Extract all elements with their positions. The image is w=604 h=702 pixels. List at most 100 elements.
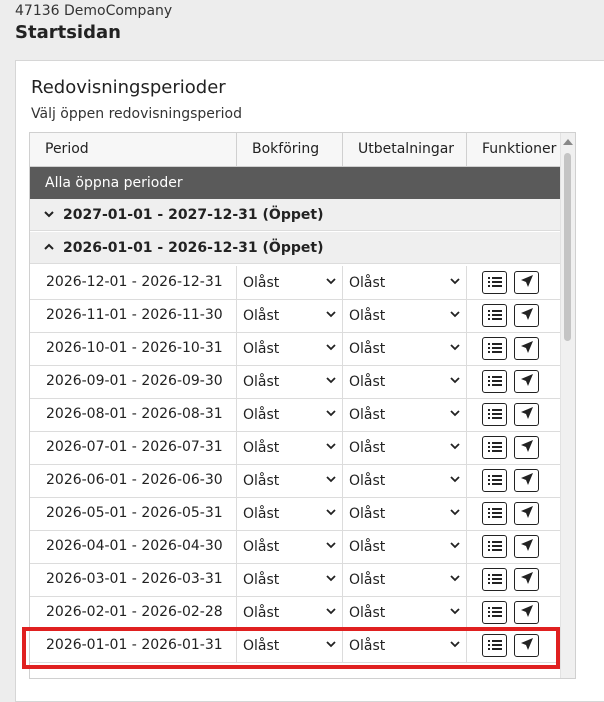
bokforing-value: Olåst — [243, 340, 280, 357]
send-icon — [520, 339, 534, 358]
bokforing-select[interactable]: Olåst — [237, 398, 343, 431]
send-button[interactable] — [514, 634, 539, 657]
period-cell: 2026-07-01 - 2026-07-31 — [30, 431, 237, 464]
list-button[interactable] — [482, 271, 507, 294]
functions-cell — [467, 266, 573, 299]
send-button[interactable] — [514, 601, 539, 624]
bokforing-select[interactable]: Olåst — [237, 464, 343, 497]
send-button[interactable] — [514, 370, 539, 393]
bokforing-value: Olåst — [243, 307, 280, 324]
group-row-2027[interactable]: 2027-01-01 - 2027-12-31 (Öppet) — [30, 199, 575, 231]
list-button[interactable] — [482, 568, 507, 591]
chevron-down-icon — [450, 475, 460, 486]
chevron-down-icon — [326, 277, 336, 288]
send-button[interactable] — [514, 436, 539, 459]
bokforing-select[interactable]: Olåst — [237, 332, 343, 365]
list-button[interactable] — [482, 535, 507, 558]
column-header-utbetalningar[interactable]: Utbetalningar — [343, 133, 467, 166]
list-icon — [487, 504, 502, 523]
utbetalningar-select[interactable]: Olåst — [343, 332, 467, 365]
send-icon — [520, 636, 534, 655]
bokforing-select[interactable]: Olåst — [237, 266, 343, 299]
send-button[interactable] — [514, 502, 539, 525]
functions-cell — [467, 629, 573, 662]
functions-cell — [467, 497, 573, 530]
list-button[interactable] — [482, 436, 507, 459]
list-icon — [487, 570, 502, 589]
send-button[interactable] — [514, 304, 539, 327]
bokforing-select[interactable]: Olåst — [237, 530, 343, 563]
bokforing-value: Olåst — [243, 571, 280, 588]
chevron-down-icon — [450, 508, 460, 519]
utbetalningar-select[interactable]: Olåst — [343, 266, 467, 299]
utbetalningar-select[interactable]: Olåst — [343, 563, 467, 596]
chevron-down-icon — [450, 409, 460, 420]
list-button[interactable] — [482, 601, 507, 624]
chevron-down-icon — [326, 607, 336, 618]
column-header-period[interactable]: Period — [30, 133, 237, 166]
bokforing-select[interactable]: Olåst — [237, 497, 343, 530]
list-button[interactable] — [482, 370, 507, 393]
list-button[interactable] — [482, 502, 507, 525]
column-header-funktioner: Funktioner — [482, 141, 557, 157]
utbetalningar-value: Olåst — [349, 439, 386, 456]
utbetalningar-select[interactable]: Olåst — [343, 629, 467, 662]
scroll-up-arrow[interactable] — [563, 139, 573, 145]
bokforing-select[interactable]: Olåst — [237, 563, 343, 596]
chevron-down-icon — [450, 541, 460, 552]
all-open-periods-row[interactable]: Alla öppna perioder — [30, 167, 575, 199]
table-row: 2026-09-01 - 2026-09-30 Olåst Olåst — [30, 365, 575, 399]
utbetalningar-value: Olåst — [349, 472, 386, 489]
table-row: 2026-01-01 - 2026-01-31 Olåst Olåst — [30, 629, 575, 663]
list-button[interactable] — [482, 337, 507, 360]
utbetalningar-value: Olåst — [349, 604, 386, 621]
list-button[interactable] — [482, 304, 507, 327]
utbetalningar-select[interactable]: Olåst — [343, 365, 467, 398]
utbetalningar-value: Olåst — [349, 538, 386, 555]
send-icon — [520, 471, 534, 490]
bokforing-select[interactable]: Olåst — [237, 431, 343, 464]
table-row: 2026-06-01 - 2026-06-30 Olåst Olåst — [30, 464, 575, 498]
scroll-thumb[interactable] — [564, 153, 571, 341]
utbetalningar-select[interactable]: Olåst — [343, 299, 467, 332]
bokforing-select[interactable]: Olåst — [237, 596, 343, 629]
send-button[interactable] — [514, 403, 539, 426]
period-cell: 2026-06-01 - 2026-06-30 — [30, 464, 237, 497]
send-button[interactable] — [514, 337, 539, 360]
send-icon — [520, 537, 534, 556]
bokforing-select[interactable]: Olåst — [237, 299, 343, 332]
list-button[interactable] — [482, 469, 507, 492]
table-scrollbar[interactable] — [560, 133, 575, 678]
utbetalningar-select[interactable]: Olåst — [343, 464, 467, 497]
send-button[interactable] — [514, 271, 539, 294]
utbetalningar-value: Olåst — [349, 406, 386, 423]
card-title: Redovisningsperioder — [31, 77, 226, 98]
functions-cell — [467, 398, 573, 431]
utbetalningar-select[interactable]: Olåst — [343, 431, 467, 464]
chevron-down-icon — [450, 574, 460, 585]
utbetalningar-select[interactable]: Olåst — [343, 596, 467, 629]
bokforing-select[interactable]: Olåst — [237, 365, 343, 398]
send-button[interactable] — [514, 469, 539, 492]
utbetalningar-select[interactable]: Olåst — [343, 530, 467, 563]
chevron-down-icon — [450, 277, 460, 288]
list-icon — [487, 405, 502, 424]
send-button[interactable] — [514, 568, 539, 591]
send-button[interactable] — [514, 535, 539, 558]
period-cell: 2026-02-01 - 2026-02-28 — [30, 596, 237, 629]
bokforing-select[interactable]: Olåst — [237, 629, 343, 662]
chevron-down-icon — [44, 199, 56, 230]
group-row-2026[interactable]: 2026-01-01 - 2026-12-31 (Öppet) — [30, 232, 575, 264]
table-row: 2026-08-01 - 2026-08-31 Olåst Olåst — [30, 398, 575, 432]
chevron-down-icon — [326, 574, 336, 585]
send-icon — [520, 405, 534, 424]
list-button[interactable] — [482, 403, 507, 426]
list-button[interactable] — [482, 634, 507, 657]
column-header-bokforing[interactable]: Bokföring — [237, 133, 343, 166]
utbetalningar-select[interactable]: Olåst — [343, 497, 467, 530]
bokforing-value: Olåst — [243, 274, 280, 291]
table-row: 2026-11-01 - 2026-11-30 Olåst Olåst — [30, 299, 575, 333]
utbetalningar-select[interactable]: Olåst — [343, 398, 467, 431]
chevron-down-icon — [326, 640, 336, 651]
functions-cell — [467, 332, 573, 365]
